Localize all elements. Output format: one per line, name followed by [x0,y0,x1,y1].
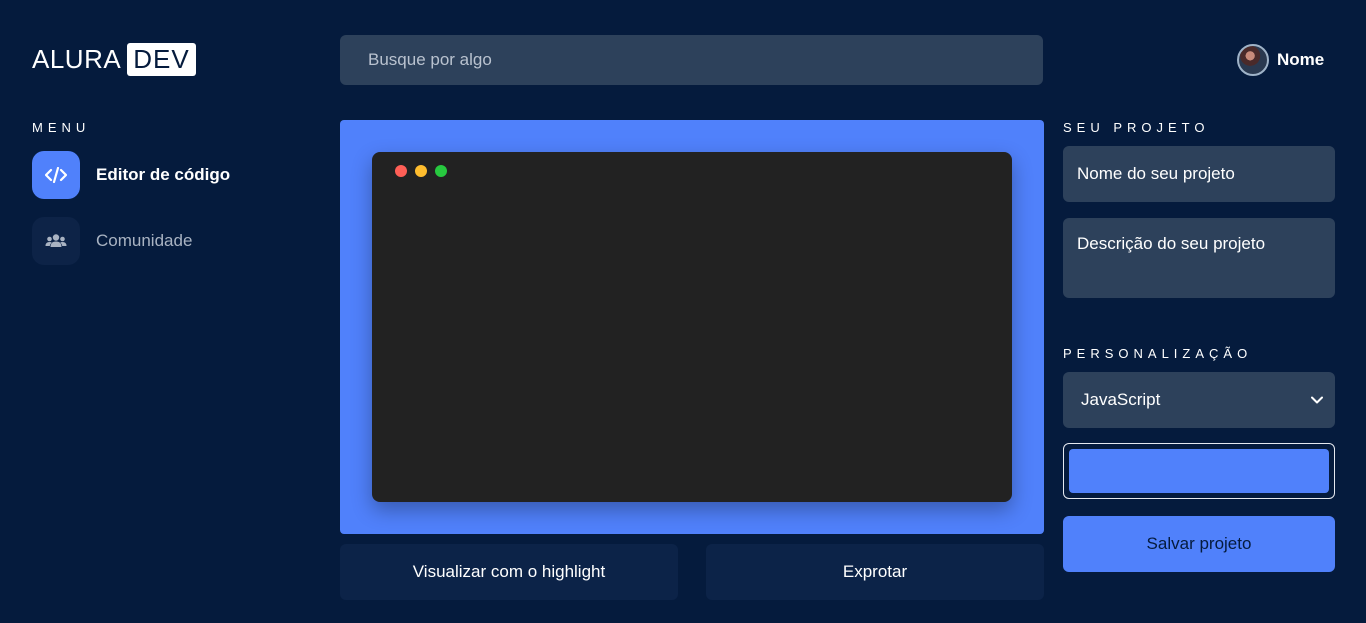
editor-background [340,120,1044,534]
avatar[interactable] [1237,44,1269,76]
color-picker[interactable] [1063,443,1335,499]
color-swatch [1069,449,1329,493]
language-select[interactable]: JavaScript [1063,372,1335,428]
window-maximize-dot [435,165,447,177]
code-editor[interactable] [372,152,1012,502]
user-name[interactable]: Nome [1277,50,1324,70]
project-section-title: SEU PROJETO [1063,120,1210,135]
project-description-placeholder: Descrição do seu projeto [1077,234,1266,253]
language-select-value: JavaScript [1081,390,1161,409]
highlight-button[interactable]: Visualizar com o highlight [340,544,678,600]
users-icon [32,217,80,265]
sidebar-item-code-editor[interactable]: Editor de código [32,151,230,199]
sidebar-item-label: Comunidade [96,231,193,250]
menu-title: MENU [32,120,91,135]
logo-alura-text: ALURA [32,44,122,74]
search-input[interactable] [340,35,1043,85]
project-name-field[interactable]: Nome do seu projeto [1063,146,1335,202]
user-profile[interactable]: Nome [1237,44,1324,76]
project-description-field[interactable]: Descrição do seu projeto [1063,218,1335,298]
logo-dev-badge: DEV [127,43,196,76]
code-icon [32,151,80,199]
project-name-placeholder: Nome do seu projeto [1077,164,1235,183]
export-button[interactable]: Exprotar [706,544,1044,600]
sidebar-item-community[interactable]: Comunidade [32,217,192,265]
window-minimize-dot [415,165,427,177]
chevron-down-icon [1311,391,1323,409]
window-close-dot [395,165,407,177]
sidebar-item-label: Editor de código [96,165,231,184]
save-project-button[interactable]: Salvar projeto [1063,516,1335,572]
logo: ALURA DEV [32,43,196,76]
customization-section-title: PERSONALIZAÇÃO [1063,346,1253,361]
